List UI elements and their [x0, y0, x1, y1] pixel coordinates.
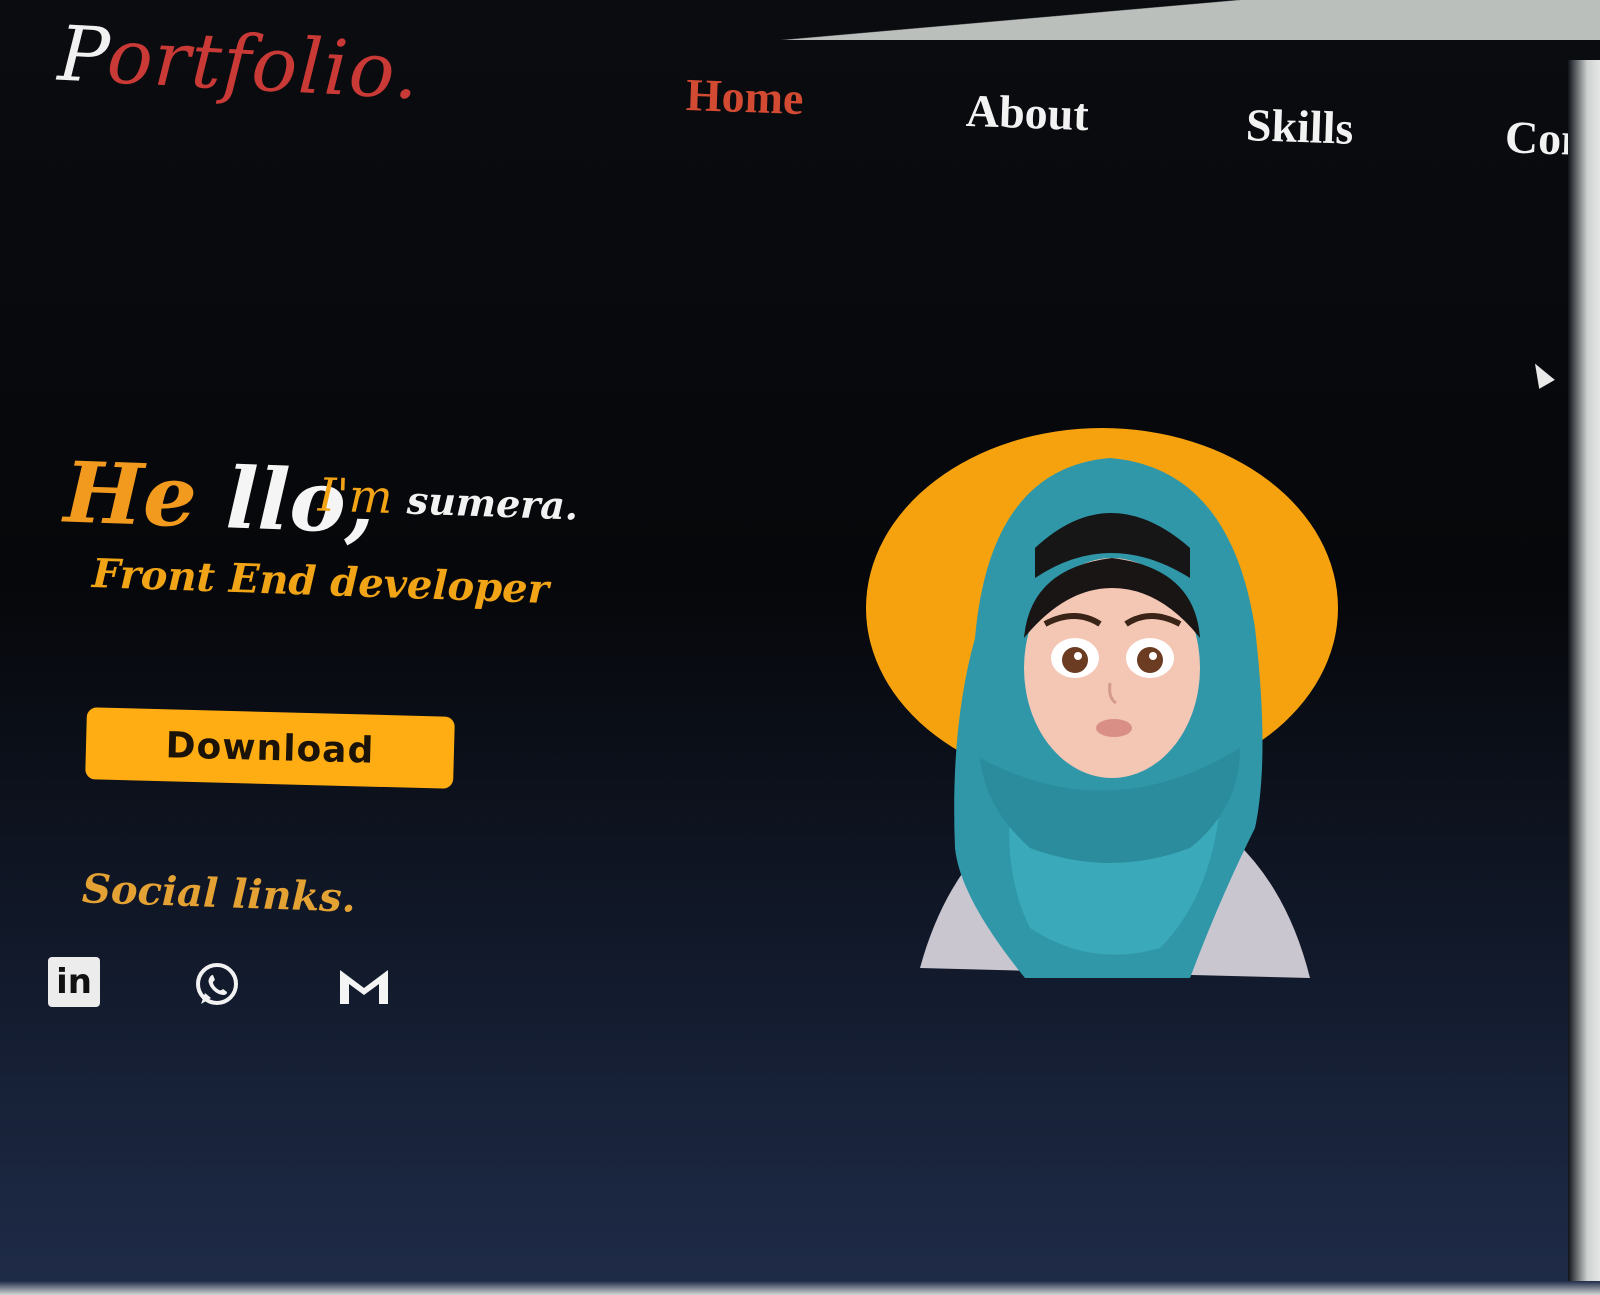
- nav-skills-link[interactable]: Skills: [1245, 98, 1354, 155]
- whatsapp-icon[interactable]: [192, 960, 242, 1010]
- intro-line: I'm sumera.: [317, 467, 579, 530]
- linkedin-text: in: [56, 962, 92, 1002]
- intro-name: sumera.: [406, 477, 579, 529]
- gmail-icon[interactable]: [336, 962, 392, 1008]
- logo-text: ortfolio.: [104, 11, 422, 117]
- monitor-bezel-bottom: [0, 1281, 1600, 1295]
- mouse-cursor-icon: [1527, 359, 1555, 389]
- gmail-glyph: [340, 970, 388, 1004]
- hello-part-orange: He: [62, 442, 199, 547]
- social-links-title: Social links.: [81, 865, 357, 922]
- whatsapp-glyph: [196, 963, 238, 1005]
- linkedin-icon[interactable]: in: [48, 957, 100, 1007]
- portfolio-logo[interactable]: Portfolio.: [56, 9, 422, 117]
- nav-home-link[interactable]: Home: [685, 68, 804, 125]
- monitor-bezel-right: [1568, 60, 1600, 1295]
- download-button[interactable]: Download: [85, 707, 455, 789]
- avatar-illustration: [866, 428, 1338, 978]
- logo-initial: P: [55, 8, 110, 101]
- nav-about-link[interactable]: About: [965, 84, 1089, 141]
- role-subtitle: Front End developer: [91, 550, 550, 613]
- intro-im: I'm: [317, 467, 394, 525]
